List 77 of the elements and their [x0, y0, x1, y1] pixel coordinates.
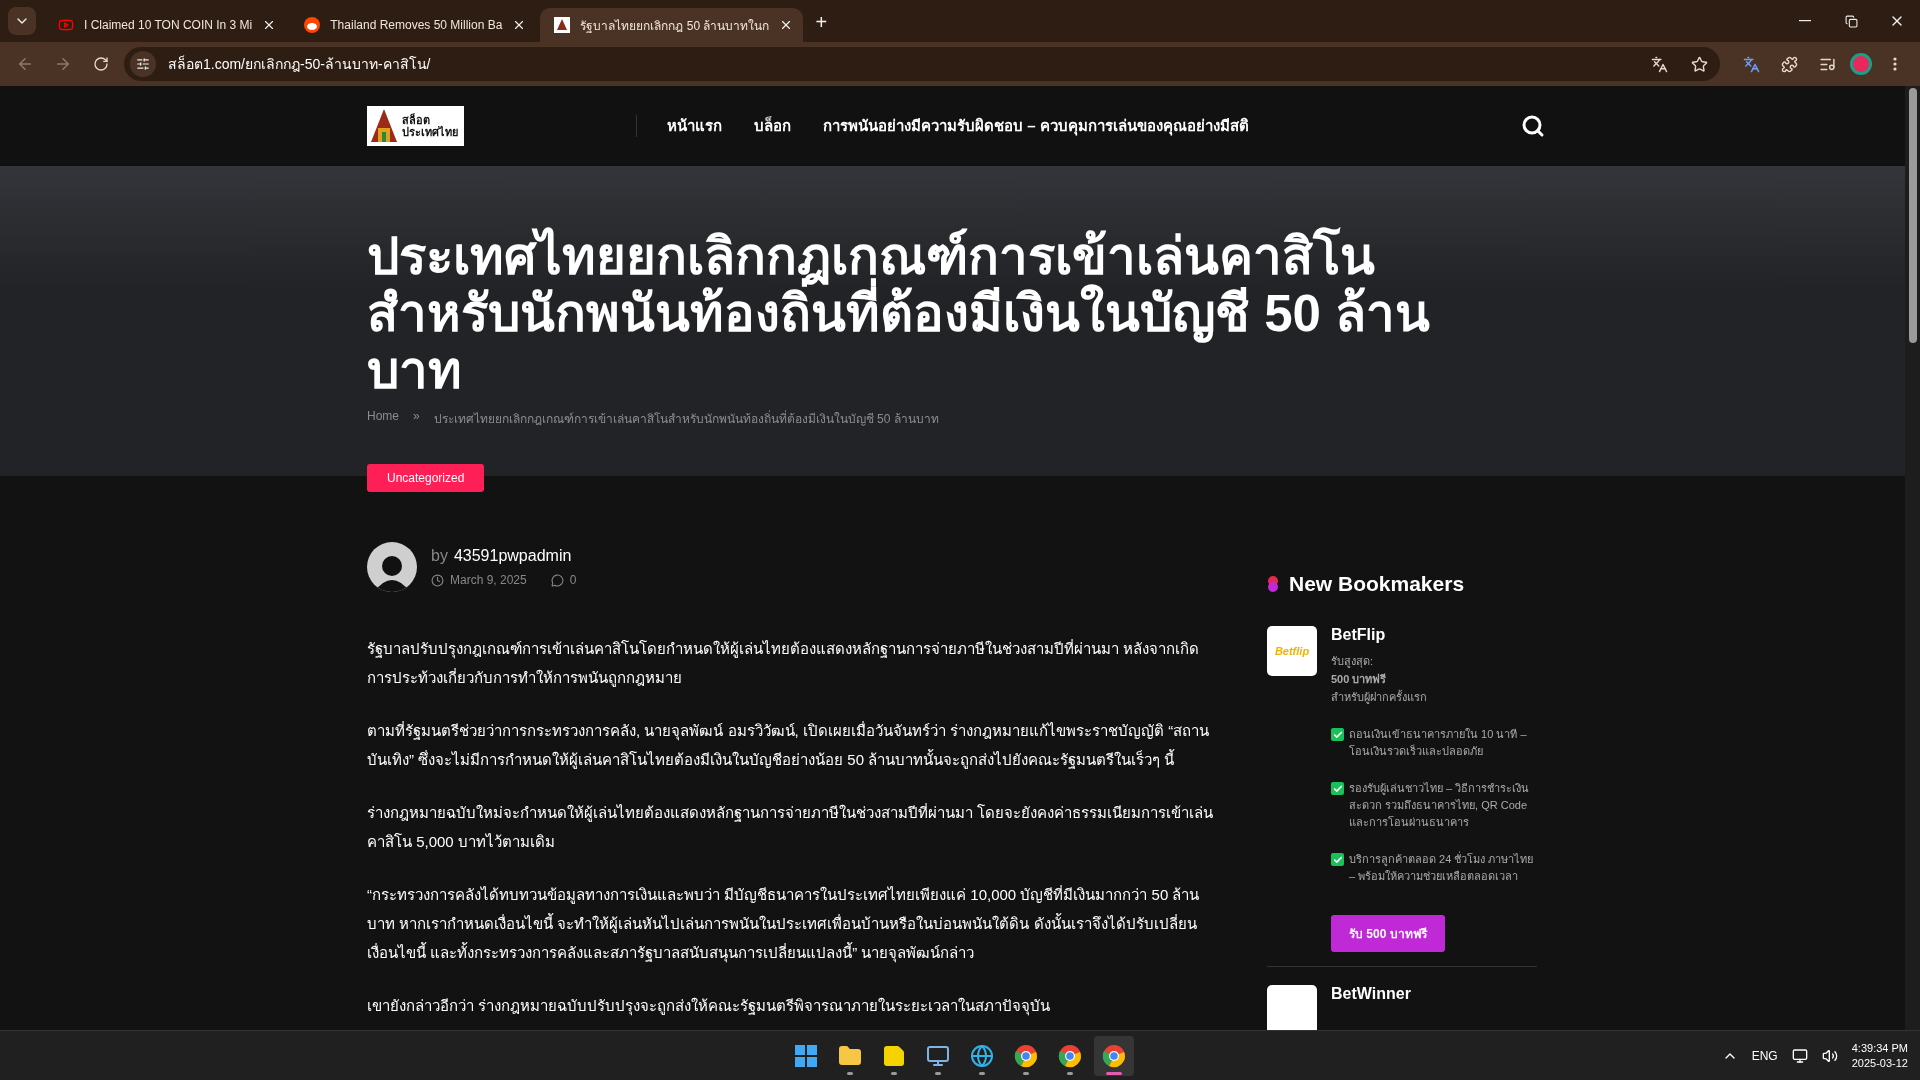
comment-icon [550, 573, 564, 587]
computer-icon [926, 1043, 950, 1068]
search-icon [1521, 114, 1545, 138]
arrow-right-icon [54, 55, 72, 73]
by-label: by [431, 547, 448, 565]
site-logo[interactable]: สล็อต ประเทศไทย [367, 106, 464, 146]
folder-icon [838, 1043, 862, 1068]
sticky-note-icon [882, 1043, 906, 1068]
tab-title: Thailand Removes 50 Million Ba [330, 18, 503, 32]
claim-bonus-button[interactable]: รับ 500 บาทฟรี [1331, 915, 1445, 952]
clock-icon [431, 573, 444, 587]
article-paragraph: “กระทรวงการคลังได้ทบทวนข้อมูลทางการเงินและพบว่า มีบัญชีธนาคารในประเทศไทยเพียงแค่ 10,000 บัญชีที่มีเงินมากกว่า 50 ล้านบาท หากเรากำหนดเงื่อนไขนี้ จะทำให้ผู้เล่นหันไปเล่นการพนันในประเทศเพื่อนบ้านหรือในบ่อนพนันใต้ดิน ดังนั้นเราจึงได้ปรับเปลี่ยนเงื่อนไขนี้ และทั้งกระทรวงการคลังและสภารัฐบาลสนับสนุนการเปลี่ยนแปลงนี้” นายจุลพัฒน์กล่าว [367, 884, 1201, 965]
browser-tab[interactable]: Thailand Removes 50 Million Ba [290, 8, 537, 42]
checkmark-icon [1331, 782, 1344, 795]
video-play-icon [58, 17, 74, 33]
temple-icon [554, 17, 571, 33]
nav-link[interactable]: บล็อก [754, 114, 791, 138]
comment-count: 0 [569, 573, 577, 587]
bonus-amount: 500 บาทฟรี [1331, 672, 1388, 687]
search-button[interactable] [1521, 114, 1545, 138]
chrome-icon [1014, 1043, 1038, 1068]
sliders-icon [136, 57, 150, 71]
avatar-silhouette [367, 542, 417, 592]
browser-tab[interactable]: รัฐบาลไทยยกเลิกกฎ 50 ล้านบาทในก [540, 8, 804, 42]
tab-title: I Claimed 10 TON COIN In 3 Mi [84, 18, 253, 32]
article-title: ประเทศไทยยกเลิกกฎเกณฑ์การเข้าเล่นคาสิโนสำหรับนักพนันท้องถิ่นที่ต้องมีเงินในบัญชี 50 ล้านบาท [367, 228, 1432, 399]
browser-tab[interactable]: I Claimed 10 TON COIN In 3 Mi [44, 8, 287, 42]
author-link[interactable]: 43591pwpadmin [453, 547, 572, 565]
sidebar-title: New Bookmakers [1289, 572, 1465, 596]
checkmark-icon [1331, 853, 1344, 866]
bookmaker-name[interactable]: BetFlip [1331, 626, 1537, 644]
nav-link[interactable]: หน้าแรก [667, 114, 722, 138]
breadcrumb-link[interactable]: Home [367, 409, 399, 428]
translate-icon [1742, 55, 1760, 73]
new-tab-button[interactable]: + [815, 11, 828, 34]
bookmaker-name[interactable]: BetWinner [1331, 985, 1411, 1003]
temple-icon [370, 108, 398, 144]
article-paragraph: ร่างกฎหมายฉบับใหม่จะกำหนดให้ผู้เล่นไทยต้องแสดงหลักฐานการจ่ายภาษีในช่วงสามปีที่ผ่านมา โดยจะยังคงค่าธรรมเนียมการเข้าเล่นคาสิโน 5,000 บาทไว้ตามเดิม [367, 802, 1215, 852]
checkmark-icon [1331, 728, 1344, 741]
reload-icon [93, 56, 109, 72]
chrome-icon [1102, 1043, 1126, 1068]
puzzle-icon [1780, 55, 1798, 73]
star-icon [1690, 55, 1708, 73]
address-bar[interactable]: สล็อต1.com/ยกเลิกกฎ-50-ล้านบาท-คาสิโน/ [124, 47, 1720, 81]
clock-date[interactable]: 2025-03-12 [1851, 1057, 1908, 1069]
volume-icon[interactable] [1821, 1047, 1838, 1064]
clock-time[interactable]: 4:39:34 PM [1851, 1042, 1908, 1054]
breadcrumb-separator: » [413, 409, 420, 425]
dots-icon [1267, 575, 1279, 593]
taskbar-app[interactable] [1094, 1035, 1134, 1076]
article-paragraph: ตามที่รัฐมนตรีช่วยว่าการกระทรวงการคลัง, นายจุลพัฒน์ อมรวิวัฒน์, เปิดเผยเมื่อวันจันทร์ว่า ร่างกฎหมายแก้ไขพระราชบัญญัติ “สถานบันเทิง” ซึ่งจะไม่มีการกำหนดให้ผู้เล่นคาสิโนไทยต้องมีเงินในบัญชีอย่างน้อย 50 ล้านบาทนั้นจะถูกส่งไปยังคณะรัฐมนตรีในเร็วๆ นี้ [367, 720, 1211, 771]
feature-text: ถอนเงินเข้าธนาคารภายใน 10 นาที – โอนเงินรวดเร็วและปลอดภัย [1349, 727, 1528, 759]
article-paragraph: เขายังกล่าวอีกว่า ร่างกฎหมายฉบับปรับปรุงจะถูกส่งให้คณะรัฐมนตรีพิจารณาภายในระยะเวลาในสภาปัจจุบัน [367, 996, 1052, 1018]
chrome-icon [1058, 1043, 1082, 1068]
article-paragraph: รัฐบาลปรับปรุงกฎเกณฑ์การเข้าเล่นคาสิโนโดยกำหนดให้ผู้เล่นไทยต้องแสดงหลักฐานการจ่ายภาษีในช่วงสามปีที่ผ่านมา หลังจากเกิดการประท้วงเกี่ยวกับการทำให้การพนันถูกกฎหมาย [367, 638, 1201, 689]
logo-text: สล็อต [402, 113, 431, 126]
windows-icon [795, 1044, 817, 1067]
profile-avatar[interactable] [1850, 53, 1872, 75]
site-settings-button[interactable] [130, 51, 156, 77]
bonus-label: รับสูงสุด: [1331, 654, 1375, 670]
language-indicator[interactable]: ENG [1751, 1048, 1778, 1063]
bonus-note: สำหรับผู้ฝากครั้งแรก [1331, 689, 1428, 706]
robot-face-icon [304, 17, 321, 33]
post-date: March 9, 2025 [450, 573, 527, 587]
more-icon [1893, 57, 1897, 71]
scrollbar[interactable] [1905, 86, 1920, 1030]
logo-text: ประเทศไทย [402, 126, 458, 139]
feature-text: บริการลูกค้าตลอด 24 ชั่วโมง ภาษาไทย – พร้อมให้ความช่วยเหลือตลอดเวลา [1349, 851, 1535, 884]
tab-search-button[interactable] [8, 7, 36, 35]
restore-icon [1844, 14, 1858, 28]
nav-link[interactable]: การพนันอย่างมีความรับผิดชอบ – ควบคุมการเล่นของคุณอย่างมีสติ [823, 114, 1249, 138]
category-tag[interactable]: Uncategorized [367, 464, 485, 492]
tab-title: รัฐบาลไทยยกเลิกกฎ 50 ล้านบาทในก [580, 17, 770, 35]
breadcrumb-current: ประเทศไทยยกเลิกกฎเกณฑ์การเข้าเล่นคาสิโนสำหรับนักพนันท้องถิ่นที่ต้องมีเงินในบัญชี 50 ล้านบาท [433, 409, 939, 428]
minimize-icon [1799, 20, 1811, 22]
translate-icon [1650, 55, 1668, 73]
feature-text: รองรับผู้เล่นชาวไทย – วิธีการชำระเงินสะดวก รวมถึงธนาคารไทย, QR Code และการโอนผ่านธนาคาร [1349, 781, 1531, 830]
